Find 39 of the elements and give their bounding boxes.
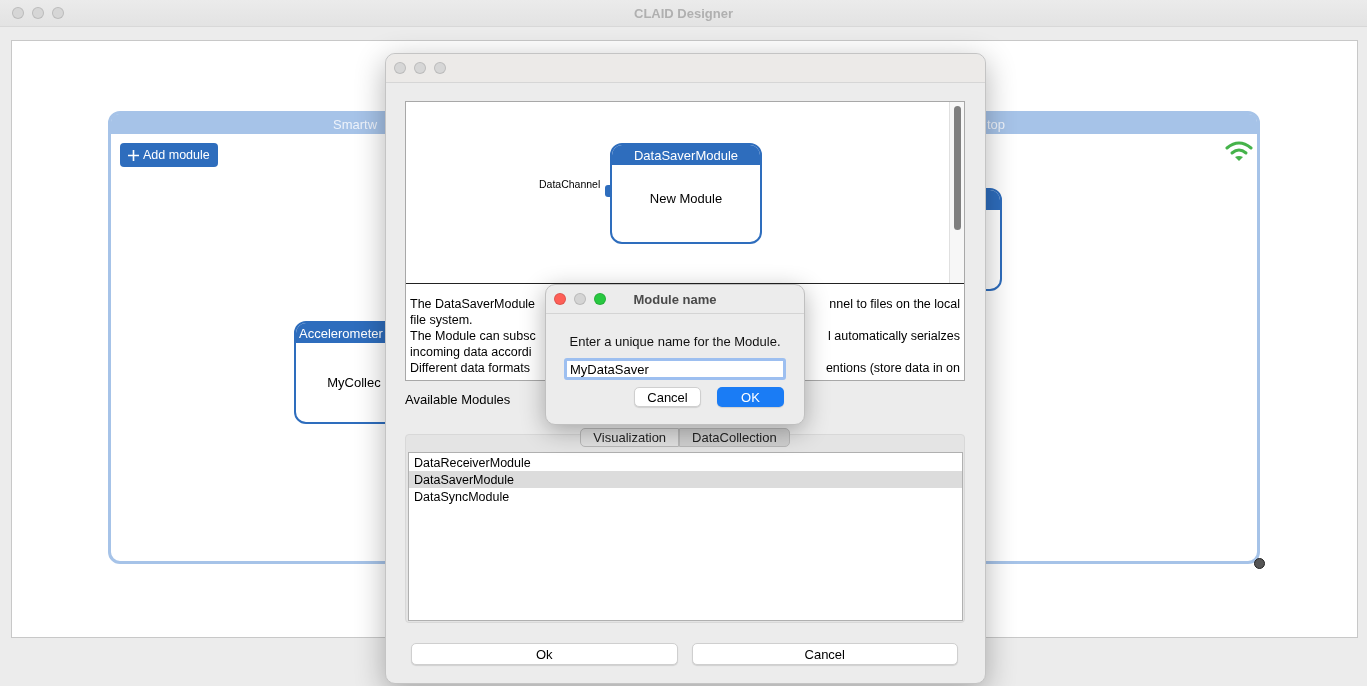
wifi-icon — [1224, 140, 1254, 162]
window-control[interactable] — [52, 7, 64, 19]
group-title: Smartw — [333, 117, 378, 132]
window-control[interactable] — [594, 293, 606, 305]
module-node[interactable]: DataSaverModule New Module — [610, 143, 762, 244]
window-control[interactable] — [414, 62, 426, 74]
module-name: New Module — [649, 191, 723, 206]
list-item[interactable]: DataSaverModule — [409, 471, 962, 488]
window-title: CLAID Designer — [634, 5, 733, 21]
window-control[interactable] — [394, 62, 406, 74]
description-text: l automatically serialzes — [828, 329, 960, 345]
description-text: The DataSaverModule — [410, 297, 536, 313]
add-module-button[interactable]: Add module — [120, 143, 218, 167]
name-field[interactable]: MyDataSaver — [564, 358, 786, 380]
category-tab[interactable]: DataCollection — [679, 428, 790, 447]
ok-button[interactable]: OK — [717, 387, 784, 407]
group-title: top — [987, 117, 1006, 132]
resize-handle[interactable] — [1254, 558, 1265, 569]
window-control[interactable] — [554, 293, 566, 305]
description-text: nnel to files on the local — [829, 297, 960, 313]
dialog-title: Module name — [633, 291, 717, 307]
cancel-button[interactable]: Cancel — [634, 387, 701, 407]
module-title: DataSaverModule — [633, 147, 739, 163]
prompt-message: Enter a unique name for the Module. — [569, 334, 781, 349]
scrollbar-thumb[interactable] — [953, 106, 961, 230]
module-name: MyCollec — [327, 375, 381, 390]
list-item[interactable]: DataReceiverModule — [409, 454, 962, 471]
channel-label: DataChannel — [539, 178, 601, 190]
cancel-button[interactable]: Cancel — [691, 643, 958, 665]
window-control[interactable] — [12, 7, 24, 19]
description-text: entions (store data in on — [825, 361, 960, 377]
window-control[interactable] — [434, 62, 446, 74]
list-item[interactable]: DataSyncModule — [409, 488, 962, 505]
category-tab[interactable]: Visualization — [580, 428, 680, 447]
plus-icon — [128, 149, 139, 161]
ok-button[interactable]: Ok — [411, 643, 678, 665]
module-title: Accelerometer — [299, 325, 383, 341]
window-control[interactable] — [32, 7, 44, 19]
window-control[interactable] — [574, 293, 586, 305]
